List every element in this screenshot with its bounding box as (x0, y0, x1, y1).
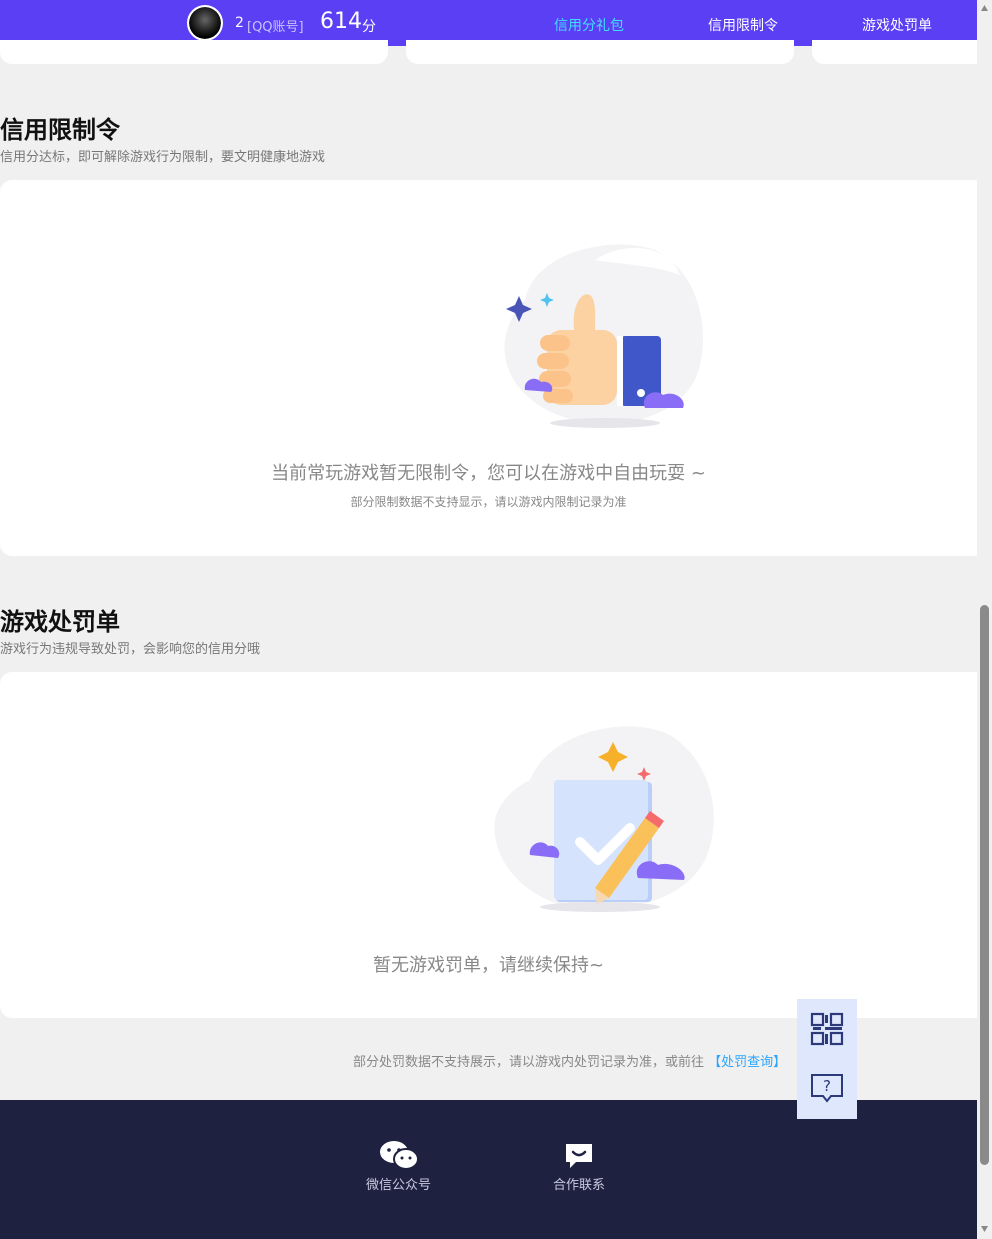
nav-credit-gift[interactable]: 信用分礼包 (554, 15, 624, 35)
user-avatar[interactable] (187, 5, 223, 41)
credit-score: 614 (320, 9, 362, 34)
checklist-illustration (494, 726, 714, 912)
restriction-subtitle: 信用分达标，即可解除游戏行为限制，要文明健康地游戏 (0, 150, 326, 165)
help-question-icon: ? (811, 1074, 843, 1103)
penalty-subtitle: 游戏行为违规导致处罚，会影响您的信用分哦 (0, 642, 261, 657)
nav-restriction[interactable]: 信用限制令 (708, 15, 778, 35)
cooperation-contact[interactable]: 合作联系 (553, 1140, 605, 1193)
contact-label: 合作联系 (553, 1178, 606, 1193)
gift-card-stub (812, 40, 977, 64)
wechat-official-account[interactable]: 微信公众号 (366, 1140, 431, 1193)
scroll-down-arrow-icon[interactable] (980, 1225, 989, 1233)
footnote-text: 部分处罚数据不支持展示，请以游戏内处罚记录为准，或前往 (353, 1055, 709, 1070)
penalty-title: 游戏处罚单 (0, 608, 120, 636)
nav-penalty[interactable]: 游戏处罚单 (862, 15, 932, 35)
restriction-panel: 当前常玩游戏暂无限制令，您可以在游戏中自由玩耍 ~ 部分限制数据不支持显示，请以… (0, 180, 977, 556)
restriction-empty-note: 部分限制数据不支持显示，请以游戏内限制记录为准 (350, 495, 627, 509)
chat-bubble-icon (566, 1144, 592, 1168)
penalty-empty-text: 暂无游戏罚单，请继续保持~ (372, 955, 605, 976)
user-id: 2 (235, 15, 244, 31)
scrollbar-thumb[interactable] (980, 605, 989, 1165)
page-footer: 微信公众号 合作联系 (0, 1100, 977, 1239)
wechat-icon (379, 1141, 419, 1170)
gift-card-stub (406, 40, 794, 64)
penalty-footnote: 部分处罚数据不支持展示，请以游戏内处罚记录为准，或前往 【处罚查询】 (353, 1051, 786, 1070)
help-button[interactable]: ? (797, 1059, 857, 1119)
qrcode-icon (810, 1012, 844, 1046)
qrcode-button[interactable] (797, 999, 857, 1059)
gift-card-stub (0, 40, 388, 64)
score-unit: 分 (362, 19, 376, 35)
wechat-label: 微信公众号 (366, 1178, 432, 1193)
penalty-query-link[interactable]: 【处罚查询】 (708, 1055, 786, 1070)
penalty-panel: 暂无游戏罚单，请继续保持~ (0, 672, 977, 1018)
svg-text:?: ? (823, 1077, 831, 1095)
restriction-title: 信用限制令 (0, 116, 120, 144)
scroll-up-arrow-icon[interactable] (980, 4, 989, 12)
account-type-tag: [QQ账号] (247, 20, 304, 35)
thumbs-up-illustration (504, 244, 703, 428)
restriction-empty-text: 当前常玩游戏暂无限制令，您可以在游戏中自由玩耍 ~ (271, 463, 706, 484)
